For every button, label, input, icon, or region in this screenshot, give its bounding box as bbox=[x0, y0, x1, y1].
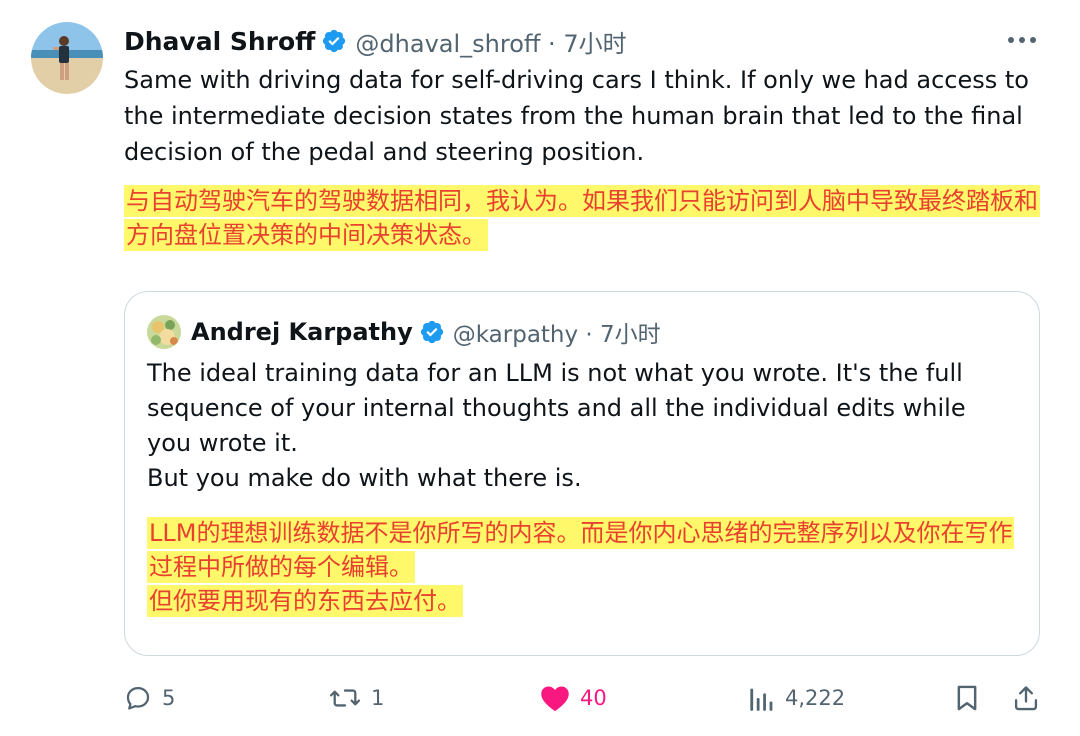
post-header: Dhaval Shroff @dhaval_shroff · 7小时 bbox=[124, 22, 627, 60]
repost-icon bbox=[329, 689, 361, 707]
quoted-body-paragraph-1: The ideal training data for an LLM is no… bbox=[147, 359, 966, 457]
quoted-author-avatar[interactable] bbox=[147, 315, 181, 349]
post-translation: 与自动驾驶汽车的驾驶数据相同，我认为。如果我们只能访问到人脑中导致最终踏板和方向… bbox=[124, 184, 1044, 252]
author-name[interactable]: Dhaval Shroff bbox=[124, 27, 315, 56]
bookmark-icon bbox=[957, 685, 977, 711]
quoted-post[interactable]: Andrej Karpathy @karpathy · 7小时 The idea… bbox=[124, 291, 1040, 656]
bookmark-button[interactable] bbox=[954, 676, 980, 720]
reply-icon bbox=[126, 686, 150, 710]
action-bar: 5 1 40 4,222 bbox=[124, 676, 1044, 720]
quoted-author-name[interactable]: Andrej Karpathy bbox=[191, 318, 413, 346]
repost-button[interactable]: 1 bbox=[329, 676, 384, 720]
reply-count: 5 bbox=[162, 686, 176, 710]
more-icon[interactable] bbox=[1004, 26, 1040, 54]
quoted-body-paragraph-2: But you make do with what there is. bbox=[147, 464, 582, 492]
share-icon bbox=[1014, 686, 1038, 711]
like-button[interactable]: 40 bbox=[540, 676, 607, 720]
quoted-translation-paragraph-2: 但你要用现有的东西去应付。 bbox=[147, 585, 463, 617]
views-icon bbox=[750, 688, 773, 711]
like-count: 40 bbox=[580, 686, 607, 710]
verified-badge-icon[interactable] bbox=[321, 28, 347, 54]
reply-button[interactable]: 5 bbox=[124, 676, 175, 720]
quoted-post-header: Andrej Karpathy @karpathy · 7小时 bbox=[147, 314, 661, 350]
author-handle-timestamp[interactable]: @dhaval_shroff · 7小时 bbox=[355, 24, 626, 59]
post-translation-text: 与自动驾驶汽车的驾驶数据相同，我认为。如果我们只能访问到人脑中导致最终踏板和方向… bbox=[124, 185, 1040, 251]
like-heart-icon bbox=[541, 686, 569, 712]
views-button[interactable]: 4,222 bbox=[749, 676, 845, 720]
views-count: 4,222 bbox=[785, 686, 846, 710]
author-avatar[interactable] bbox=[31, 22, 103, 94]
quoted-post-body: The ideal training data for an LLM is no… bbox=[147, 356, 1017, 496]
repost-count: 1 bbox=[371, 686, 385, 710]
share-button[interactable] bbox=[1012, 676, 1040, 720]
quoted-translation-paragraph-1: LLM的理想训练数据不是你所写的内容。而是你内心思绪的完整序列以及你在写作过程中… bbox=[147, 517, 1015, 583]
quoted-post-translation: LLM的理想训练数据不是你所写的内容。而是你内心思绪的完整序列以及你在写作过程中… bbox=[147, 516, 1017, 618]
quoted-author-handle-timestamp[interactable]: @karpathy · 7小时 bbox=[453, 315, 661, 349]
post-body: Same with driving data for self-driving … bbox=[124, 66, 1029, 166]
tweet[interactable]: Dhaval Shroff @dhaval_shroff · 7小时 Same … bbox=[0, 0, 1080, 736]
verified-badge-icon[interactable] bbox=[419, 319, 445, 345]
